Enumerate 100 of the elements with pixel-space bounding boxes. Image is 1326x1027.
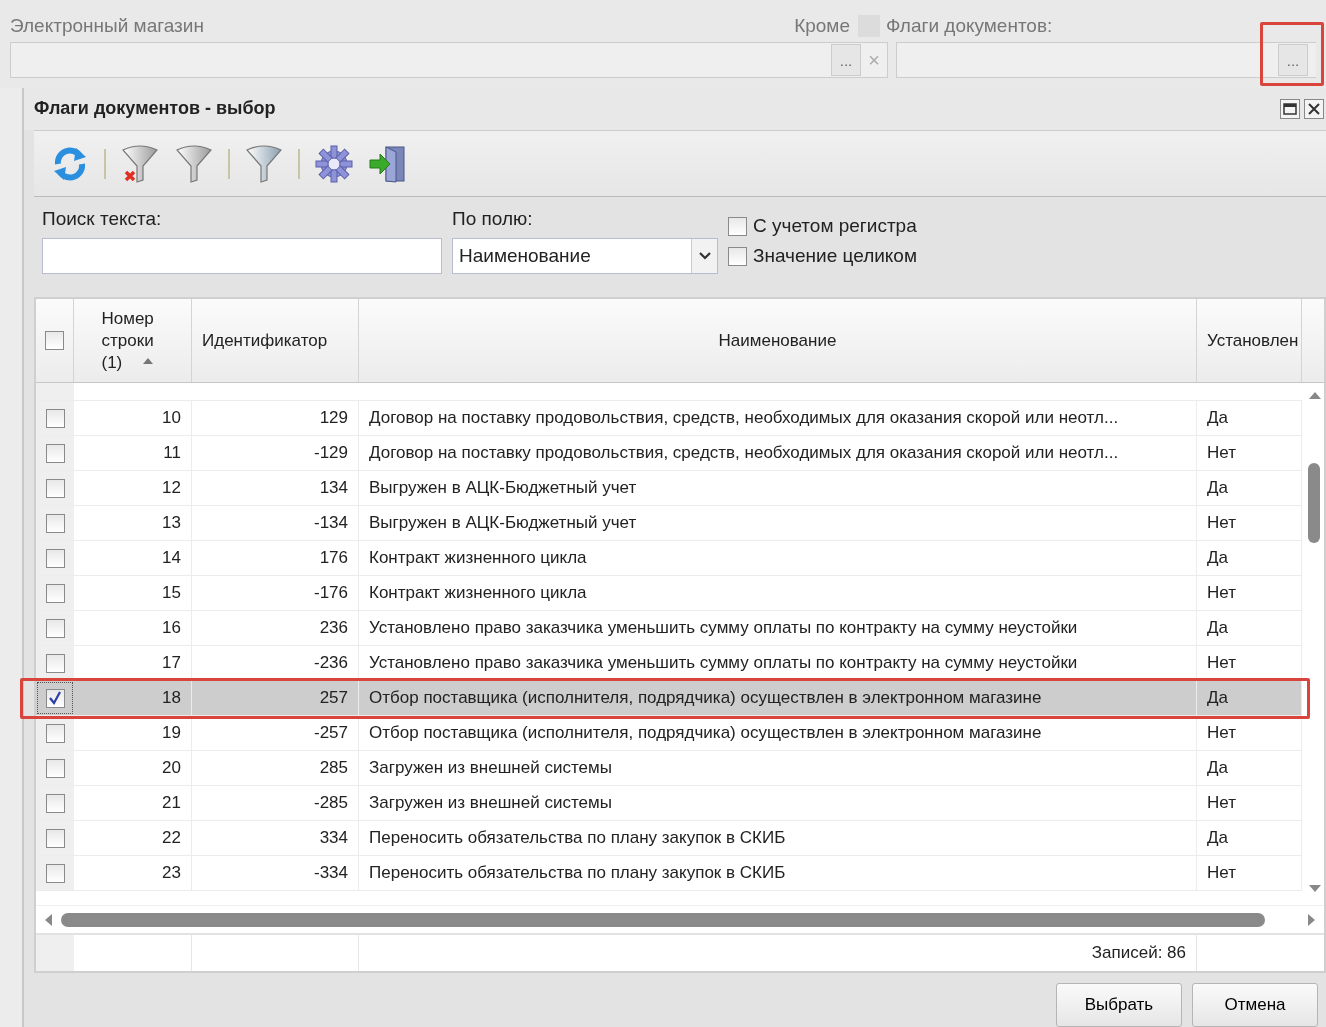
table-cell: 285 bbox=[192, 751, 359, 785]
picker-button[interactable]: ... bbox=[1278, 44, 1308, 76]
table-cell: 236 bbox=[192, 611, 359, 645]
table-cell: 334 bbox=[192, 821, 359, 855]
table-cell: 134 bbox=[192, 471, 359, 505]
scroll-left-icon[interactable] bbox=[44, 912, 53, 927]
column-header[interactable]: Наименование bbox=[359, 299, 1197, 382]
row-checkbox[interactable] bbox=[45, 618, 65, 638]
maximize-button[interactable] bbox=[1280, 98, 1300, 119]
table-cell: 11 bbox=[74, 436, 192, 470]
column-header[interactable]: Установлен bbox=[1197, 299, 1302, 382]
select-all-checkbox[interactable] bbox=[45, 331, 64, 350]
row-checkbox[interactable] bbox=[45, 758, 65, 778]
table-row[interactable]: 11 -129 Договор на поставку продовольствия, средств, необходимых для оказания скорой или неотл... Нет bbox=[36, 436, 1302, 471]
table-cell: Установлено право заказчика уменьшить сумму оплаты по контракту на сумму неустойки bbox=[359, 611, 1197, 645]
table-cell: 21 bbox=[74, 786, 192, 820]
input-field[interactable]: ... × bbox=[10, 42, 888, 78]
table-row[interactable]: 12 134 Выгружен в АЦК-Бюджетный учет Да bbox=[36, 471, 1302, 506]
table-cell: -334 bbox=[192, 856, 359, 890]
checkbox[interactable] bbox=[728, 216, 747, 236]
table-cell: Договор на поставку продовольствия, средств, необходимых для оказания скорой или неотл... bbox=[359, 401, 1197, 435]
table-cell: -236 bbox=[192, 646, 359, 680]
field-dropdown[interactable]: Наименование bbox=[452, 238, 718, 275]
table-cell: 12 bbox=[74, 471, 192, 505]
table-row[interactable]: 22 334 Переносить обязательства по плану закупок в СКИБ Да bbox=[36, 821, 1302, 856]
table-row[interactable]: 19 -257 Отбор поставщика (исполнителя, подрядчика) осуществлен в электронном магазине Нет bbox=[36, 716, 1302, 751]
filter-icon[interactable] bbox=[174, 143, 214, 184]
table-row[interactable]: 14 176 Контракт жизненного цикла Да bbox=[36, 541, 1302, 576]
table-row[interactable]: 20 285 Загружен из внешней системы Да bbox=[36, 751, 1302, 786]
search-label: Поиск текста: bbox=[42, 207, 163, 232]
table-cell: 10 bbox=[74, 401, 192, 435]
table-cell: 129 bbox=[192, 401, 359, 435]
table-cell: Выгружен в АЦК-Бюджетный учет bbox=[359, 506, 1197, 540]
clear-filter-icon[interactable] bbox=[120, 143, 160, 184]
settings-icon[interactable] bbox=[314, 143, 354, 184]
scroll-up-icon[interactable] bbox=[1308, 391, 1322, 400]
table-cell: Переносить обязательства по плану закупок в СКИБ bbox=[359, 856, 1197, 890]
table-cell: Контракт жизненного цикла bbox=[359, 576, 1197, 610]
table-cell: Загружен из внешней системы bbox=[359, 786, 1197, 820]
row-checkbox[interactable] bbox=[45, 478, 65, 498]
row-checkbox[interactable] bbox=[45, 863, 65, 883]
table-row[interactable]: 13 -134 Выгружен в АЦК-Бюджетный учет Нет bbox=[36, 506, 1302, 541]
table-cell: Переносить обязательства по плану закупок в СКИБ bbox=[359, 821, 1197, 855]
table-cell: 20 bbox=[74, 751, 192, 785]
table-cell: -176 bbox=[192, 576, 359, 610]
dialog-button[interactable]: Выбрать bbox=[1056, 983, 1182, 1027]
field-label: Флаги документов: bbox=[886, 14, 1054, 38]
filter-icon[interactable] bbox=[244, 143, 284, 184]
table-row[interactable]: 23 -334 Переносить обязательства по плану закупок в СКИБ Нет bbox=[36, 856, 1302, 891]
dialog-button[interactable]: Отмена bbox=[1192, 983, 1318, 1027]
table-row[interactable]: 18 257 Отбор поставщика (исполнителя, подрядчика) осуществлен в электронном магазине Да bbox=[36, 681, 1302, 716]
field-label: Кроме bbox=[794, 14, 850, 38]
table-cell: 17 bbox=[74, 646, 192, 680]
record-count: Записей: 86 bbox=[1091, 942, 1186, 965]
table-cell: Загружен из внешней системы bbox=[359, 751, 1197, 785]
row-checkbox[interactable] bbox=[45, 723, 65, 743]
table-cell: 18 bbox=[74, 681, 192, 715]
table-cell: Контракт жизненного цикла bbox=[359, 541, 1197, 575]
row-checkbox[interactable] bbox=[45, 828, 65, 848]
table-cell: 16 bbox=[74, 611, 192, 645]
option-label: С учетом регистра bbox=[753, 214, 917, 239]
row-checkbox[interactable] bbox=[45, 688, 65, 708]
table-cell: 23 bbox=[74, 856, 192, 890]
table-cell: -257 bbox=[192, 716, 359, 750]
table-cell: Установлено право заказчика уменьшить сумму оплаты по контракту на сумму неустойки bbox=[359, 646, 1197, 680]
field-label: Электронный магазин bbox=[10, 14, 204, 38]
row-checkbox[interactable] bbox=[45, 513, 65, 533]
table-cell: -285 bbox=[192, 786, 359, 820]
close-button[interactable] bbox=[1304, 98, 1324, 119]
table-cell: Выгружен в АЦК-Бюджетный учет bbox=[359, 471, 1197, 505]
search-field[interactable] bbox=[42, 238, 442, 275]
table-row[interactable]: 21 -285 Загружен из внешней системы Нет bbox=[36, 786, 1302, 821]
row-checkbox[interactable] bbox=[45, 653, 65, 673]
chevron-down-icon bbox=[698, 252, 711, 261]
exit-door-icon[interactable] bbox=[368, 143, 408, 184]
scrollbar-thumb[interactable] bbox=[61, 912, 1265, 927]
table-cell: Договор на поставку продовольствия, средств, необходимых для оказания скорой или неотл... bbox=[359, 436, 1197, 470]
row-checkbox[interactable] bbox=[45, 408, 65, 428]
column-header[interactable]: Идентификатор bbox=[192, 299, 359, 382]
picker-button[interactable]: ... bbox=[831, 44, 861, 76]
checkbox[interactable] bbox=[728, 246, 747, 266]
table-row[interactable]: 16 236 Установлено право заказчика уменьшить сумму оплаты по контракту на сумму неустойки Да bbox=[36, 611, 1302, 646]
field-label: По полю: bbox=[452, 207, 534, 232]
row-checkbox[interactable] bbox=[45, 443, 65, 463]
table-row[interactable]: 10 129 Договор на поставку продовольствия, средств, необходимых для оказания скорой или неотл... Да bbox=[36, 401, 1302, 436]
table-cell: 257 bbox=[192, 681, 359, 715]
table-cell: 14 bbox=[74, 541, 192, 575]
table-cell: 176 bbox=[192, 541, 359, 575]
row-checkbox[interactable] bbox=[45, 793, 65, 813]
table-row[interactable]: 15 -176 Контракт жизненного цикла Нет bbox=[36, 576, 1302, 611]
dialog-title: Флаги документов - выбор bbox=[34, 97, 276, 121]
table-cell: -134 bbox=[192, 506, 359, 540]
column-header[interactable]: Номер строки (1) bbox=[74, 299, 192, 382]
scrollbar-thumb[interactable] bbox=[1308, 463, 1320, 543]
input-field[interactable]: ... bbox=[896, 42, 1316, 78]
row-checkbox[interactable] bbox=[45, 548, 65, 568]
scroll-right-icon[interactable] bbox=[1307, 912, 1316, 927]
row-checkbox[interactable] bbox=[45, 583, 65, 603]
table-cell: 13 bbox=[74, 506, 192, 540]
scroll-down-icon[interactable] bbox=[1308, 884, 1322, 893]
